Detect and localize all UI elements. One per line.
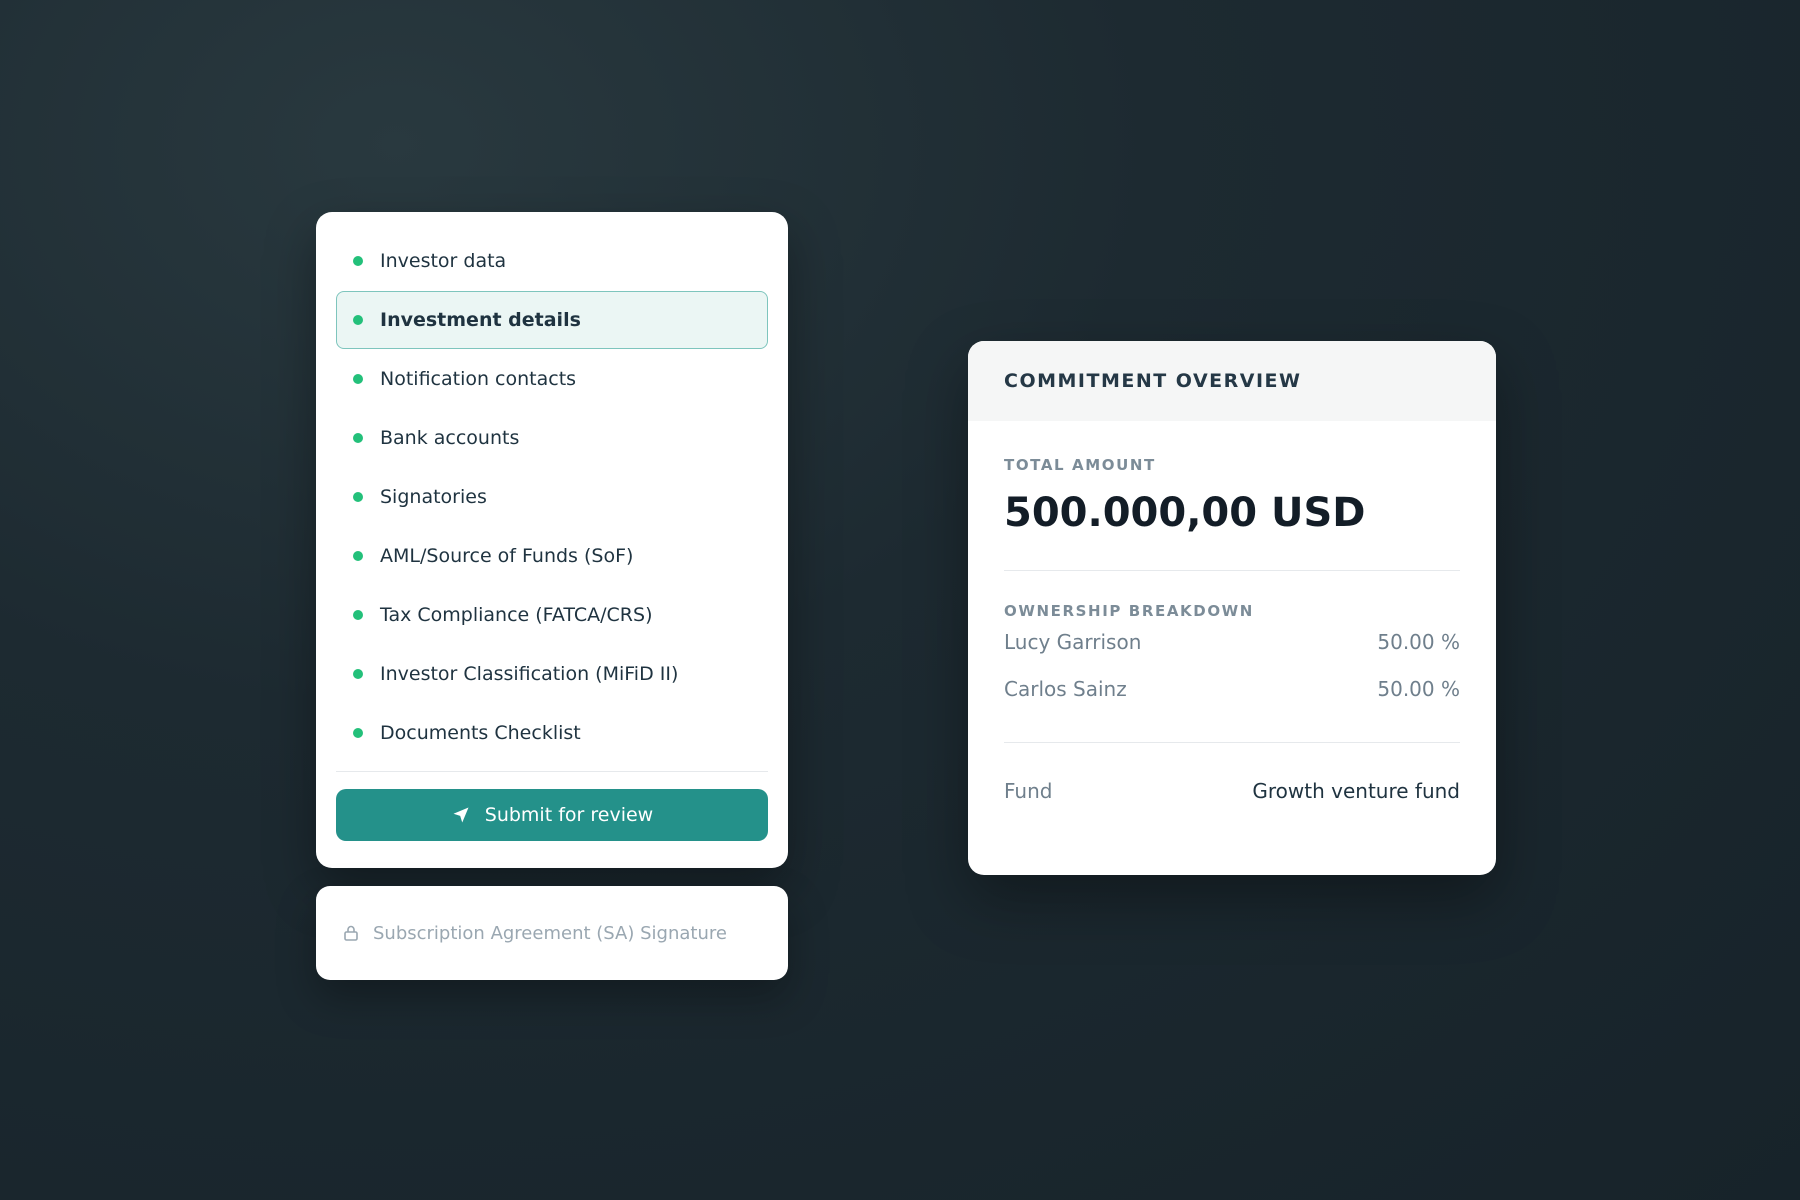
fund-value: Growth venture fund: [1252, 779, 1460, 803]
completed-status-dot-icon: [353, 551, 363, 561]
owner-row: Carlos Sainz 50.00 %: [1004, 663, 1460, 714]
step-notification-contacts[interactable]: Notification contacts: [336, 350, 768, 408]
completed-status-dot-icon: [353, 433, 363, 443]
step-investor-classification[interactable]: Investor Classification (MiFiD II): [336, 645, 768, 703]
completed-status-dot-icon: [353, 728, 363, 738]
total-amount-label: TOTAL AMOUNT: [1004, 456, 1156, 474]
completed-status-dot-icon: [353, 374, 363, 384]
section-divider: [1004, 742, 1460, 743]
step-label: Signatories: [380, 486, 487, 508]
locked-step-sa-signature: Subscription Agreement (SA) Signature: [316, 886, 788, 980]
completed-status-dot-icon: [353, 256, 363, 266]
total-amount-value: 500.000,00 USD: [1004, 490, 1366, 536]
commitment-overview-card: COMMITMENT OVERVIEW TOTAL AMOUNT 500.000…: [968, 341, 1496, 875]
completed-status-dot-icon: [353, 492, 363, 502]
step-investment-details[interactable]: Investment details: [336, 291, 768, 349]
step-aml-source-of-funds[interactable]: AML/Source of Funds (SoF): [336, 527, 768, 585]
submit-for-review-button[interactable]: Submit for review: [336, 789, 768, 841]
step-label: Bank accounts: [380, 427, 520, 449]
onboarding-steps-card: Investor data Investment details Notific…: [316, 212, 788, 868]
section-divider: [1004, 570, 1460, 571]
step-label: Investor Classification (MiFiD II): [380, 663, 679, 685]
submit-button-label: Submit for review: [484, 804, 654, 826]
completed-status-dot-icon: [353, 669, 363, 679]
step-investor-data[interactable]: Investor data: [336, 232, 768, 290]
fund-row: Fund Growth venture fund: [1004, 779, 1460, 803]
lock-icon: [342, 924, 360, 942]
owner-name: Carlos Sainz: [1004, 676, 1127, 701]
step-label: Investment details: [380, 309, 581, 331]
owner-name: Lucy Garrison: [1004, 630, 1142, 654]
steps-divider: [336, 771, 768, 772]
step-label: Investor data: [380, 250, 507, 272]
completed-status-dot-icon: [353, 315, 363, 325]
ownership-breakdown-label: OWNERSHIP BREAKDOWN: [1004, 602, 1254, 620]
step-label: AML/Source of Funds (SoF): [380, 545, 634, 567]
step-label: Tax Compliance (FATCA/CRS): [380, 604, 653, 626]
step-label: Notification contacts: [380, 368, 577, 390]
commitment-title: COMMITMENT OVERVIEW: [1004, 370, 1302, 392]
commitment-header: COMMITMENT OVERVIEW: [968, 341, 1496, 421]
step-label: Documents Checklist: [380, 722, 581, 744]
commitment-body: TOTAL AMOUNT 500.000,00 USD OWNERSHIP BR…: [968, 456, 1496, 803]
step-list: Investor data Investment details Notific…: [336, 232, 768, 762]
fund-label: Fund: [1004, 779, 1053, 803]
owner-row: Lucy Garrison 50.00 %: [1004, 621, 1460, 663]
step-signatories[interactable]: Signatories: [336, 468, 768, 526]
step-bank-accounts[interactable]: Bank accounts: [336, 409, 768, 467]
owner-share: 50.00 %: [1377, 630, 1460, 654]
completed-status-dot-icon: [353, 610, 363, 620]
locked-step-label: Subscription Agreement (SA) Signature: [373, 922, 727, 944]
step-documents-checklist[interactable]: Documents Checklist: [336, 704, 768, 762]
step-tax-compliance[interactable]: Tax Compliance (FATCA/CRS): [336, 586, 768, 644]
owner-share: 50.00 %: [1377, 676, 1460, 701]
send-arrow-icon: [451, 805, 471, 825]
